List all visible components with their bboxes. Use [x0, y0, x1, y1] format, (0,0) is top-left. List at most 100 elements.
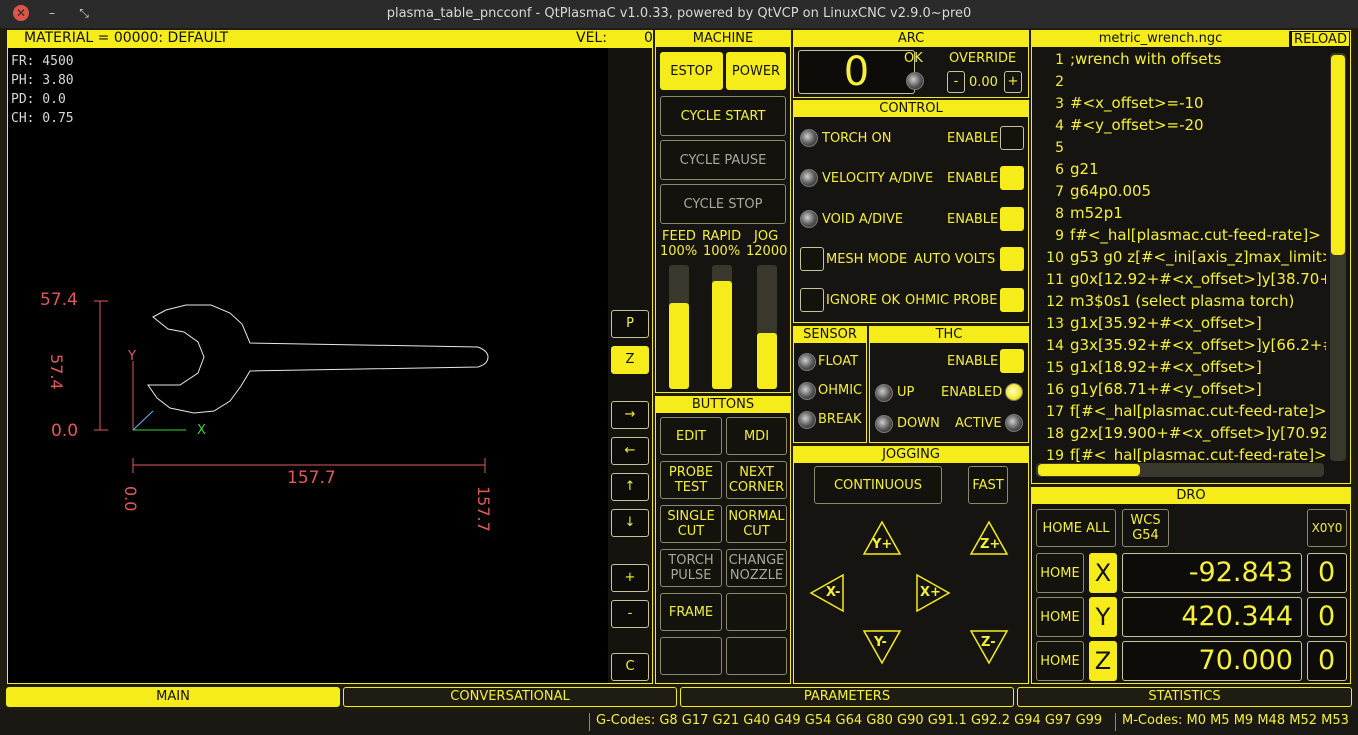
gcode-line-number: 1	[1055, 52, 1064, 68]
gcode-line[interactable]: 16 g1y[68.71+#<y_offset>]	[1032, 380, 1262, 402]
thc-down-label: DOWN	[897, 416, 940, 431]
jog-continuous-button[interactable]: CONTINUOUS	[814, 466, 942, 504]
single-cut-button[interactable]: SINGLE CUT	[660, 505, 722, 543]
pan-down-button[interactable]: ↓	[611, 509, 649, 537]
gcode-line-number: 8	[1055, 206, 1064, 222]
override-plus-button[interactable]: +	[1004, 71, 1022, 93]
gcode-line[interactable]: 4 #<y_offset>=-20	[1032, 116, 1204, 138]
preview-panel[interactable]: MATERIAL = 00000: DEFAULT VEL: 0 FR: 450…	[7, 30, 653, 684]
gcode-line[interactable]: 12 m3$0s1 (select plasma torch)	[1032, 292, 1294, 314]
power-button[interactable]: POWER	[726, 52, 786, 90]
jog-x-plus-label[interactable]: X+	[920, 585, 941, 600]
gcode-line[interactable]: 11 g0x[12.92+#<x_offset>]y[38.70+#	[1032, 270, 1326, 292]
jog-y-plus-label[interactable]: Y+	[872, 537, 892, 552]
void-enable-checkbox[interactable]	[1000, 207, 1024, 231]
gcode-line[interactable]: 7 g64p0.005	[1032, 182, 1151, 204]
change-nozzle-button[interactable]: CHANGE NOZZLE	[726, 549, 787, 587]
gcode-line[interactable]: 1 ;wrench with offsets	[1032, 50, 1221, 72]
tab-parameters[interactable]: PARAMETERS	[680, 687, 1014, 707]
next-corner-button[interactable]: NEXT CORNER	[726, 461, 787, 499]
cycle-start-button[interactable]: CYCLE START	[660, 96, 786, 136]
gcode-line[interactable]: 10 g53 g0 z[#<_ini[axis_z]max_limit>	[1032, 248, 1326, 270]
gcode-line-text: g1x[18.92+#<x_offset>]	[1070, 358, 1262, 376]
gcode-line[interactable]: 17 f[#<_hal[plasmac.cut-feed-rate]>*	[1032, 402, 1326, 424]
probe-test-button[interactable]: PROBE TEST	[660, 461, 722, 499]
wrench-path	[147, 304, 489, 414]
gcode-line[interactable]: 6 g21	[1032, 160, 1099, 182]
tab-conversational[interactable]: CONVERSATIONAL	[343, 687, 677, 707]
velocity-enable-checkbox[interactable]	[1000, 166, 1024, 190]
jog-slider[interactable]	[757, 265, 777, 389]
user-button-10[interactable]	[726, 593, 787, 631]
x0y0-button[interactable]: X0Y0	[1307, 509, 1347, 547]
tab-statistics[interactable]: STATISTICS	[1017, 687, 1352, 707]
dim-y-bottom: 0.0	[51, 421, 79, 441]
tab-main[interactable]: MAIN	[6, 687, 340, 707]
auto-volts-checkbox[interactable]	[1000, 247, 1024, 271]
ignore-ok-checkbox[interactable]	[800, 288, 824, 312]
jog-y-minus-label[interactable]: Y-	[874, 635, 887, 650]
gcode-line[interactable]: 9 f#<_hal[plasmac.cut-feed-rate]> (f	[1032, 226, 1326, 248]
cycle-pause-button[interactable]: CYCLE PAUSE	[660, 140, 786, 180]
edit-button[interactable]: EDIT	[660, 417, 722, 455]
jog-z-minus-label[interactable]: Z-	[981, 635, 996, 650]
user-button-11[interactable]	[660, 637, 722, 675]
dim-y-mid: 57.4	[47, 354, 66, 390]
jog-z-plus-label[interactable]: Z+	[980, 537, 1000, 552]
zoom-out-button[interactable]: -	[611, 600, 649, 628]
cycle-stop-button[interactable]: CYCLE STOP	[660, 184, 786, 224]
rapid-slider[interactable]	[712, 265, 732, 389]
feed-slider[interactable]	[669, 265, 689, 389]
jog-fast-button[interactable]: FAST	[968, 466, 1008, 504]
home-y-button[interactable]: HOME	[1036, 597, 1084, 637]
ohmic-probe-checkbox[interactable]	[1000, 288, 1024, 312]
gcode-line[interactable]: 15 g1x[18.92+#<x_offset>]	[1032, 358, 1262, 380]
dro-panel: DRO HOME ALL WCS G54 X0Y0 HOME X -92.843 0 H…	[1031, 487, 1351, 684]
view-z-button[interactable]: Z	[611, 346, 649, 374]
dro-z-menu-button[interactable]: 0	[1307, 641, 1347, 681]
reload-button[interactable]: RELOAD	[1291, 31, 1350, 47]
dro-header: DRO	[1032, 488, 1350, 504]
jog-x-minus-label[interactable]: X-	[826, 585, 840, 600]
gcode-line-number: 3	[1055, 96, 1064, 112]
torch-enable-checkbox[interactable]	[1000, 126, 1024, 150]
gcode-line[interactable]: 5	[1032, 138, 1070, 160]
mesh-mode-checkbox[interactable]	[800, 247, 824, 271]
mdi-button[interactable]: MDI	[726, 417, 787, 455]
gcode-line[interactable]: 8 m52p1	[1032, 204, 1123, 226]
jogging-header: JOGGING	[794, 447, 1028, 463]
gcode-hscroll-handle[interactable]	[1038, 464, 1140, 476]
pan-up-button[interactable]: ↑	[611, 473, 649, 501]
thc-enable-checkbox[interactable]	[1000, 349, 1024, 373]
gcode-vscroll-handle[interactable]	[1331, 55, 1345, 255]
zoom-in-button[interactable]: +	[611, 564, 649, 592]
gcode-line[interactable]: 14 g3x[35.92+#<x_offset>]y[66.2+#<	[1032, 336, 1326, 358]
gcode-vscroll[interactable]	[1330, 53, 1346, 461]
torch-pulse-button[interactable]: TORCH PULSE	[660, 549, 722, 587]
gcode-line[interactable]: 13 g1x[35.92+#<x_offset>]	[1032, 314, 1262, 336]
home-x-button[interactable]: HOME	[1036, 553, 1084, 593]
override-minus-button[interactable]: -	[947, 71, 965, 93]
gcode-view[interactable]: 1 ;wrench with offsets 2 3 #<x_offset>=-10 4 #…	[1032, 50, 1326, 462]
gcode-line[interactable]: 3 #<x_offset>=-10	[1032, 94, 1204, 116]
user-button-12[interactable]	[726, 637, 787, 675]
gcode-hscroll[interactable]	[1036, 463, 1324, 477]
ignore-ok-label: IGNORE OK	[826, 293, 901, 308]
gcode-line[interactable]: 19 f[#<_hal[plasmac.cut-feed-rate]>*	[1032, 446, 1326, 462]
gcode-line[interactable]: 18 g2x[19.900+#<x_offset>]y[70.92+	[1032, 424, 1326, 446]
estop-button[interactable]: ESTOP	[660, 52, 723, 90]
pan-left-button[interactable]: ←	[611, 437, 649, 465]
home-z-button[interactable]: HOME	[1036, 641, 1084, 681]
dro-axis-z-label: Z	[1089, 641, 1117, 681]
dro-y-menu-button[interactable]: 0	[1307, 597, 1347, 637]
normal-cut-button[interactable]: NORMAL CUT	[726, 505, 787, 543]
home-all-button[interactable]: HOME ALL	[1036, 509, 1116, 547]
clear-button[interactable]: C	[611, 653, 649, 681]
pan-right-button[interactable]: →	[611, 401, 649, 429]
frame-button[interactable]: FRAME	[660, 593, 722, 631]
gcode-line[interactable]: 2	[1032, 72, 1070, 94]
view-p-button[interactable]: P	[611, 310, 649, 338]
arc-ok-label: OK	[904, 51, 923, 66]
wcs-button[interactable]: WCS G54	[1122, 509, 1169, 547]
dro-x-menu-button[interactable]: 0	[1307, 553, 1347, 593]
